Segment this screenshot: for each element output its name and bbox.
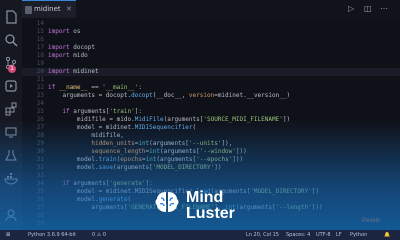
line-number: 25 <box>36 108 44 115</box>
code-line[interactable]: import os <box>48 28 81 35</box>
files-icon[interactable] <box>4 10 18 24</box>
search-icon[interactable] <box>4 33 18 47</box>
line-number: 15 <box>36 28 44 35</box>
code-token: midinet <box>73 68 99 75</box>
code-token: ]: <box>134 108 142 115</box>
line-number: 17 <box>36 44 44 51</box>
code-line[interactable]: import mido <box>48 52 88 59</box>
code-line[interactable]: arguments = docopt.docopt(__doc__, versi… <box>48 92 290 99</box>
code-token: import <box>48 28 74 35</box>
code-line[interactable]: import docopt <box>48 44 95 51</box>
code-token: '__main__' <box>102 84 139 91</box>
line-number: 18 <box>36 52 44 59</box>
code-token: mido <box>73 52 88 59</box>
line-number: 14 <box>36 20 44 27</box>
code-token: import <box>48 68 74 75</box>
indentation[interactable]: Spaces: 4 <box>286 232 310 238</box>
line-number: 19 <box>36 60 44 67</box>
code-token: docopt <box>131 92 153 99</box>
line-number: 16 <box>36 36 44 43</box>
code-token: os <box>73 28 81 35</box>
encoding[interactable]: UTF-8 <box>316 232 331 238</box>
code-token: (__doc__, <box>152 92 189 99</box>
code-token: docopt <box>73 44 95 51</box>
code-line[interactable]: import midinet <box>48 68 99 75</box>
code-line[interactable]: if __name__ == '__main__': <box>48 84 142 91</box>
code-token: =midinet.__version__) <box>214 92 291 99</box>
tab-strip: midinet ✕ ▷ ◫ ⋯ <box>22 0 400 18</box>
file-icon <box>25 6 32 14</box>
line-number: 21 <box>36 76 44 83</box>
python-interpreter[interactable]: Python 3.6.9 64-bit <box>28 232 76 238</box>
tab-label: midinet <box>34 5 61 13</box>
line-number: 20 <box>36 68 44 75</box>
run-icon[interactable]: ▷ <box>348 4 354 13</box>
line-number: 22 <box>36 84 44 91</box>
run-debug-icon[interactable] <box>4 79 18 93</box>
cursor-position[interactable]: Ln 20, Col 15 <box>246 232 279 238</box>
watermark: Pexels <box>362 218 381 224</box>
code-token: __name__ <box>58 84 88 91</box>
status-bar: ⊠ Python 3.6.9 64-bit 0 ⚠ 0 Ln 20, Col 1… <box>0 230 400 240</box>
logo-text-line2: Luster <box>186 205 235 222</box>
tab-midinet[interactable]: midinet ✕ <box>22 0 76 18</box>
code-line[interactable]: if arguments['train']: <box>48 108 142 115</box>
line-number: 24 <box>36 100 44 107</box>
code-token: version <box>188 92 215 99</box>
brain-logo-icon <box>154 190 180 214</box>
code-token: if <box>48 108 74 115</box>
line-number: 23 <box>36 92 44 99</box>
code-token: arguments[ <box>73 108 110 115</box>
notifications-icon[interactable]: 🔔 <box>384 232 390 238</box>
problems-count[interactable]: 0 ⚠ 0 <box>92 232 106 238</box>
code-token: == <box>87 84 103 91</box>
remote-indicator-icon[interactable]: ⊠ <box>6 232 10 238</box>
extensions-icon[interactable] <box>4 102 18 116</box>
language-mode[interactable]: Python <box>350 232 367 238</box>
code-token: if <box>48 84 59 91</box>
source-control-badge: 1 <box>8 65 16 73</box>
code-token: import <box>48 52 74 59</box>
more-icon[interactable]: ⋯ <box>380 4 388 13</box>
code-token: : <box>138 84 142 91</box>
line-ending[interactable]: LF <box>336 232 342 238</box>
code-token: 'train' <box>109 108 135 115</box>
split-editor-icon[interactable]: ◫ <box>364 4 372 13</box>
code-token: arguments = docopt. <box>48 92 132 99</box>
close-icon[interactable]: ✕ <box>66 5 72 13</box>
code-token: import <box>48 44 74 51</box>
